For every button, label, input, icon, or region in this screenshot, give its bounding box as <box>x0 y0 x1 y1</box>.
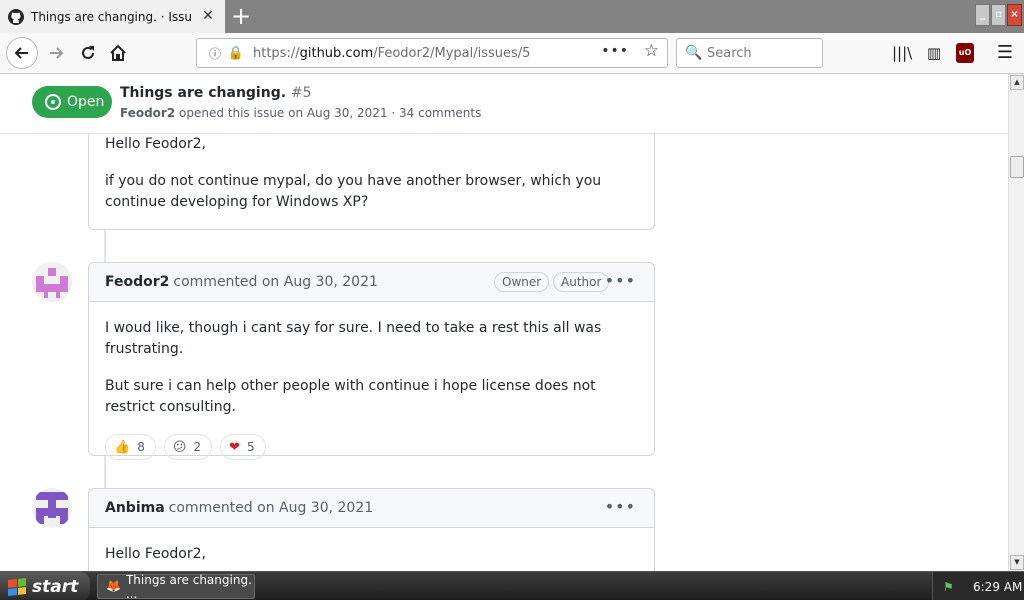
issue-sticky-header: Open Things are changing. #5 Feodor2 ope… <box>0 74 1008 134</box>
comment-paragraph: Hello Feodor2, <box>105 136 206 152</box>
comment-paragraph: But sure i can help other people with co… <box>105 378 596 415</box>
taskbar: start 🦊 Things are changing. ... ⚑ 6:29 … <box>0 571 1024 600</box>
issue-open-icon <box>45 94 61 110</box>
url-host: github.com <box>299 45 374 61</box>
comment-timestamp[interactable]: commented on Aug 30, 2021 <box>173 274 377 290</box>
issue-title-text: Things are changing. <box>120 85 287 101</box>
url-bar[interactable]: ⓘ 🔒 https://github.com/Feodor2/Mypal/iss… <box>196 38 668 68</box>
reload-icon <box>82 46 94 59</box>
comment-options-icon[interactable]: ••• <box>605 497 636 516</box>
search-placeholder: Search <box>707 45 752 61</box>
close-window-button[interactable]: × <box>1007 4 1022 26</box>
github-icon <box>8 8 24 25</box>
comment-card: Feodor2 commented on Aug 30, 2021 Owner … <box>88 262 655 460</box>
maximize-button[interactable]: ▫ <box>991 4 1006 26</box>
ublock-icon[interactable]: uO <box>956 43 974 63</box>
timeline-connector <box>104 230 106 262</box>
comment-body: I woud like, though i cant say for sure.… <box>89 318 654 418</box>
open-status-badge: Open <box>32 86 112 118</box>
home-icon <box>110 44 126 61</box>
minimize-button[interactable]: _ <box>975 4 990 26</box>
reaction-count: 2 <box>193 440 202 454</box>
url-text: https://github.com/Feodor2/Mypal/issues/… <box>253 46 530 61</box>
back-arrow-icon <box>14 47 28 59</box>
comment-author[interactable]: Feodor2 <box>105 274 169 290</box>
windows-flag-icon <box>8 577 26 596</box>
issue-author-link[interactable]: Feodor2 <box>120 106 175 120</box>
sidebar-icon[interactable]: ▥ <box>924 43 944 63</box>
start-button[interactable]: start <box>0 572 90 600</box>
issue-title: Things are changing. #5 <box>120 85 312 101</box>
confused-icon: 😕 <box>172 439 187 455</box>
browser-tab[interactable]: Things are changing. · Issue #5 · Fe ✕ <box>0 0 225 33</box>
avatar[interactable] <box>32 262 72 302</box>
back-button[interactable] <box>6 37 38 69</box>
page-content: Open Things are changing. #5 Feodor2 ope… <box>0 74 1008 571</box>
system-tray: ⚑ 6:29 AM <box>932 572 1024 600</box>
timeline-connector <box>104 456 106 488</box>
tab-strip: Things are changing. · Issue #5 · Fe ✕ +… <box>0 0 1024 33</box>
navigation-toolbar: ⓘ 🔒 https://github.com/Feodor2/Mypal/iss… <box>0 33 1024 74</box>
comment-paragraph: Hello Feodor2, <box>105 546 206 562</box>
scroll-up-arrow-icon[interactable]: ▲ <box>1010 75 1024 90</box>
info-icon[interactable]: ⓘ <box>203 45 227 62</box>
url-prefix: https:// <box>253 45 300 61</box>
issue-meta: Feodor2 opened this issue on Aug 30, 202… <box>120 106 481 120</box>
identicon-anbima <box>32 488 72 528</box>
identicon-feodor2 <box>32 262 72 302</box>
tab-title: Things are changing. · Issue #5 · Fe <box>31 9 191 24</box>
owner-label: Owner <box>494 272 550 292</box>
home-button[interactable] <box>104 39 132 67</box>
new-tab-button[interactable]: + <box>230 4 252 28</box>
comment-card: Anbima commented on Aug 30, 2021 ••• Hel… <box>88 488 655 571</box>
reaction-heart[interactable]: ❤ 5 <box>220 434 266 460</box>
comment-paragraph: if you do not continue mypal, do you hav… <box>105 173 602 210</box>
bookmark-star-icon[interactable]: ☆ <box>644 41 659 61</box>
comment-paragraph: I woud like, though i cant say for sure.… <box>105 320 602 357</box>
taskbar-window-title: Things are changing. ... <box>125 572 252 600</box>
reaction-confused[interactable]: 😕 2 <box>163 434 213 460</box>
reaction-count: 5 <box>246 440 255 454</box>
search-icon: 🔍 <box>685 45 703 61</box>
forward-button[interactable] <box>42 39 70 67</box>
author-label: Author <box>553 272 610 292</box>
issue-number: #5 <box>290 85 312 101</box>
reactions-bar: 👍 8 😕 2 ❤ 5 <box>89 418 654 460</box>
issue-meta-text: opened this issue on Aug 30, 2021 · 34 c… <box>175 106 482 120</box>
scroll-down-arrow-icon[interactable]: ▼ <box>1010 555 1024 570</box>
hamburger-menu-icon[interactable]: ☰ <box>995 43 1015 63</box>
comment-author[interactable]: Anbima <box>105 500 165 516</box>
close-tab-icon[interactable]: ✕ <box>201 9 215 23</box>
scrollbar-thumb[interactable] <box>1010 156 1024 178</box>
comment-timestamp[interactable]: commented on Aug 30, 2021 <box>169 500 373 516</box>
taskbar-window-button[interactable]: 🦊 Things are changing. ... <box>97 572 255 600</box>
start-label: start <box>32 576 79 597</box>
heart-icon: ❤ <box>229 439 240 455</box>
forward-arrow-icon <box>50 47 64 59</box>
clock: 6:29 AM <box>973 579 1023 594</box>
url-path: /Feodor2/Mypal/issues/5 <box>373 45 531 61</box>
lock-icon[interactable]: 🔒 <box>227 46 245 61</box>
avatar[interactable] <box>32 488 72 528</box>
comment-options-icon[interactable]: ••• <box>605 271 636 290</box>
page-actions-icon[interactable]: ••• <box>601 43 629 59</box>
comment-header: Feodor2 commented on Aug 30, 2021 Owner … <box>89 263 654 302</box>
status-label: Open <box>67 94 105 110</box>
mypal-app-icon: 🦊 <box>106 578 121 593</box>
reload-button[interactable] <box>74 39 102 67</box>
reaction-count: 8 <box>137 440 145 454</box>
comment-body: Hello Feodor2, <box>89 544 654 565</box>
search-bar[interactable]: 🔍 Search <box>676 38 823 68</box>
thumbs-up-icon: 👍 <box>114 439 131 455</box>
comment-header: Anbima commented on Aug 30, 2021 ••• <box>89 489 654 528</box>
network-icon[interactable]: ⚑ <box>943 580 959 594</box>
reaction-thumbs-up[interactable]: 👍 8 <box>105 434 156 460</box>
vertical-scrollbar[interactable]: ▲ ▼ <box>1008 74 1024 571</box>
library-icon[interactable]: |||\ <box>892 43 912 63</box>
